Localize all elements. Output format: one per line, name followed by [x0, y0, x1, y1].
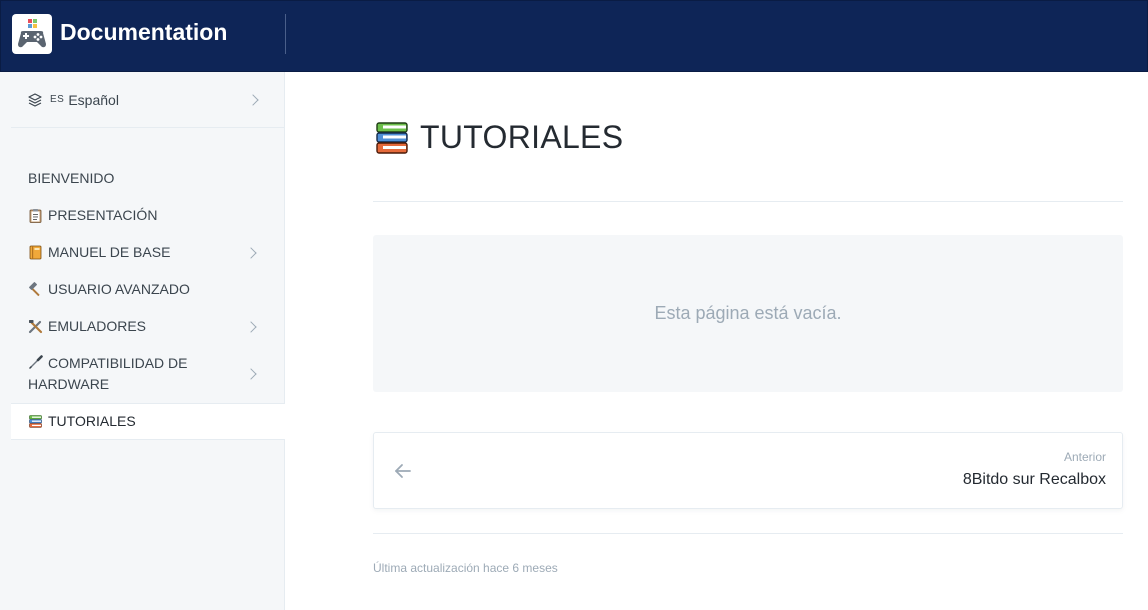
top-header: Documentation [0, 0, 1148, 72]
divider [373, 533, 1123, 534]
sidebar-item-label: MANUEL DE BASE [48, 244, 171, 260]
books-icon [376, 121, 408, 154]
screwdriver-icon [29, 355, 43, 369]
sidebar-item-label: BIENVENIDO [28, 170, 115, 186]
previous-page-link[interactable]: Anterior 8Bitdo sur Recalbox [373, 432, 1123, 509]
sidebar-item-tutoriales[interactable]: TUTORIALES [11, 403, 285, 440]
sidebar-item-label: PRESENTACIÓN [48, 207, 158, 223]
language-code: ES [50, 94, 65, 105]
language-name: Español [68, 91, 119, 108]
layers-icon [28, 92, 42, 107]
sidebar: ES Español BIENVENIDO PRESENTACIÓN MANUE… [0, 72, 285, 610]
empty-message: Esta página está vacía. [654, 303, 842, 323]
language-selector[interactable]: ES Español [11, 72, 285, 128]
last-updated: Última actualización hace 6 meses [373, 561, 558, 575]
gamepad-icon[interactable] [12, 14, 52, 54]
page-title-text: TUTORIALES [420, 119, 624, 155]
sidebar-item-emuladores[interactable]: EMULADORES [11, 316, 285, 337]
hammer-icon [29, 282, 40, 297]
chevron-right-icon [245, 368, 257, 380]
previous-label: Anterior [1063, 450, 1106, 464]
sidebar-item-label: EMULADORES [48, 318, 147, 334]
brand-title[interactable]: Documentation [60, 19, 227, 46]
sidebar-item-bienvenido[interactable]: BIENVENIDO [11, 168, 285, 189]
empty-page-notice: Esta página está vacía. [373, 235, 1123, 392]
sidebar-item-label: USUARIO AVANZADO [48, 281, 190, 297]
sidebar-item-presentacion[interactable]: PRESENTACIÓN [11, 205, 285, 226]
sidebar-item-label: TUTORIALES [48, 413, 136, 429]
page-title: TUTORIALES [375, 119, 623, 156]
previous-title: 8Bitdo sur Recalbox [962, 471, 1106, 488]
divider [373, 201, 1123, 202]
clipboard-icon [29, 209, 42, 223]
books-icon [29, 415, 42, 428]
book-icon [29, 245, 42, 260]
tools-icon [28, 320, 43, 334]
sidebar-item-manuel-de-base[interactable]: MANUEL DE BASE [11, 242, 285, 263]
chevron-right-icon [247, 94, 259, 106]
sidebar-item-usuario-avanzado[interactable]: USUARIO AVANZADO [11, 279, 285, 300]
chevron-right-icon [245, 320, 257, 333]
arrow-left-icon [395, 464, 411, 478]
sidebar-item-compatibilidad[interactable]: COMPATIBILIDAD DE HARDWARE [11, 353, 285, 395]
sidebar-item-label: COMPATIBILIDAD DE HARDWARE [28, 355, 188, 392]
header-divider [285, 14, 286, 54]
chevron-right-icon [245, 246, 257, 259]
